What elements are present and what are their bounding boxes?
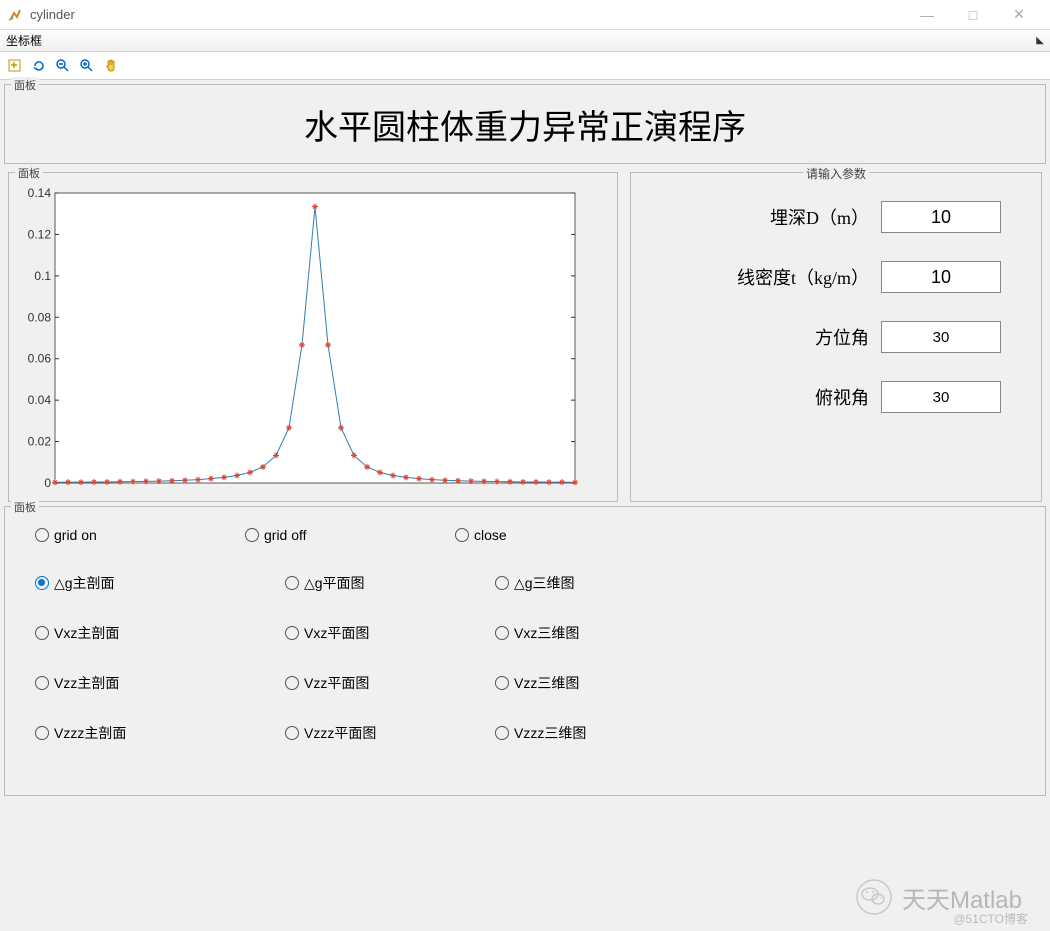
- zoom-in-icon[interactable]: [76, 55, 98, 77]
- zoom-out-icon[interactable]: [52, 55, 74, 77]
- close-window-button[interactable]: ✕: [996, 0, 1042, 30]
- radio-grid-on[interactable]: grid on: [35, 527, 245, 543]
- svg-text:0.02: 0.02: [28, 435, 52, 449]
- radio-dg-profile[interactable]: △g主剖面: [35, 573, 245, 593]
- depth-label: 埋深D（m）: [770, 204, 869, 230]
- svg-text:0.08: 0.08: [28, 310, 52, 324]
- azimuth-label: 方位角: [815, 324, 869, 350]
- line-chart: 0 0.02 0.04 0.06 0.08 0.1 0.12 0.14: [15, 183, 615, 503]
- toolbar: [0, 52, 1050, 80]
- main-title: 水平圆柱体重力异常正演程序: [304, 100, 746, 149]
- title-panel: 面板 水平圆柱体重力异常正演程序: [4, 84, 1046, 164]
- svg-text:0: 0: [44, 476, 51, 490]
- radio-vzz-3d[interactable]: Vzz三维图: [495, 673, 665, 693]
- radio-grid-off[interactable]: grid off: [245, 527, 455, 543]
- pan-hand-icon[interactable]: [100, 55, 122, 77]
- new-figure-icon[interactable]: [4, 55, 26, 77]
- depth-input[interactable]: [881, 201, 1001, 233]
- chart-panel: 面板 00.020.040.060.080.10.120.14: [8, 172, 618, 502]
- menu-item-axes[interactable]: 坐标框: [6, 32, 42, 49]
- radio-vzz-profile[interactable]: Vzz主剖面: [35, 673, 245, 693]
- elevation-label: 俯视角: [815, 384, 869, 410]
- titlebar: cylinder ― □ ✕: [0, 0, 1050, 30]
- radio-vzz-plan[interactable]: Vzz平面图: [285, 673, 455, 693]
- panel-label: 面板: [11, 499, 39, 515]
- svg-text:0.1: 0.1: [34, 269, 51, 283]
- radio-vxz-3d[interactable]: Vxz三维图: [495, 623, 665, 643]
- maximize-button[interactable]: □: [950, 0, 996, 30]
- radio-close[interactable]: close: [455, 527, 665, 543]
- menu-dropdown-icon[interactable]: ◣: [1036, 35, 1044, 46]
- density-label: 线密度t（kg/m）: [737, 264, 869, 290]
- radio-vzzz-plan[interactable]: Vzzz平面图: [285, 723, 455, 743]
- radio-dg-plan[interactable]: △g平面图: [285, 573, 455, 593]
- radio-vzzz-3d[interactable]: Vzzz三维图: [495, 723, 665, 743]
- azimuth-input[interactable]: [881, 321, 1001, 353]
- rotate-icon[interactable]: [28, 55, 50, 77]
- window-title: cylinder: [30, 7, 904, 22]
- radio-vxz-plan[interactable]: Vxz平面图: [285, 623, 455, 643]
- density-input[interactable]: [881, 261, 1001, 293]
- input-panel-label: 请输入参数: [803, 165, 869, 182]
- input-panel: 请输入参数 埋深D（m） 线密度t（kg/m） 方位角 俯视角: [630, 172, 1042, 502]
- menubar: 坐标框 ◣: [0, 30, 1050, 52]
- panel-label: 面板: [15, 165, 43, 181]
- radio-vzzz-profile[interactable]: Vzzz主剖面: [35, 723, 245, 743]
- svg-text:0.12: 0.12: [28, 227, 52, 241]
- options-panel: 面板 grid on grid off close △g主剖面 △g平面图 △g…: [4, 506, 1046, 796]
- svg-text:0.04: 0.04: [28, 393, 52, 407]
- panel-label: 面板: [11, 77, 39, 93]
- minimize-button[interactable]: ―: [904, 0, 950, 30]
- svg-text:0.14: 0.14: [28, 186, 52, 200]
- wechat-icon: [856, 879, 892, 915]
- matlab-icon: [8, 7, 24, 23]
- radio-dg-3d[interactable]: △g三维图: [495, 573, 665, 593]
- svg-text:0.06: 0.06: [28, 352, 52, 366]
- elevation-input[interactable]: [881, 381, 1001, 413]
- radio-vxz-profile[interactable]: Vxz主剖面: [35, 623, 245, 643]
- watermark-sub: @51CTO博客: [953, 910, 1028, 927]
